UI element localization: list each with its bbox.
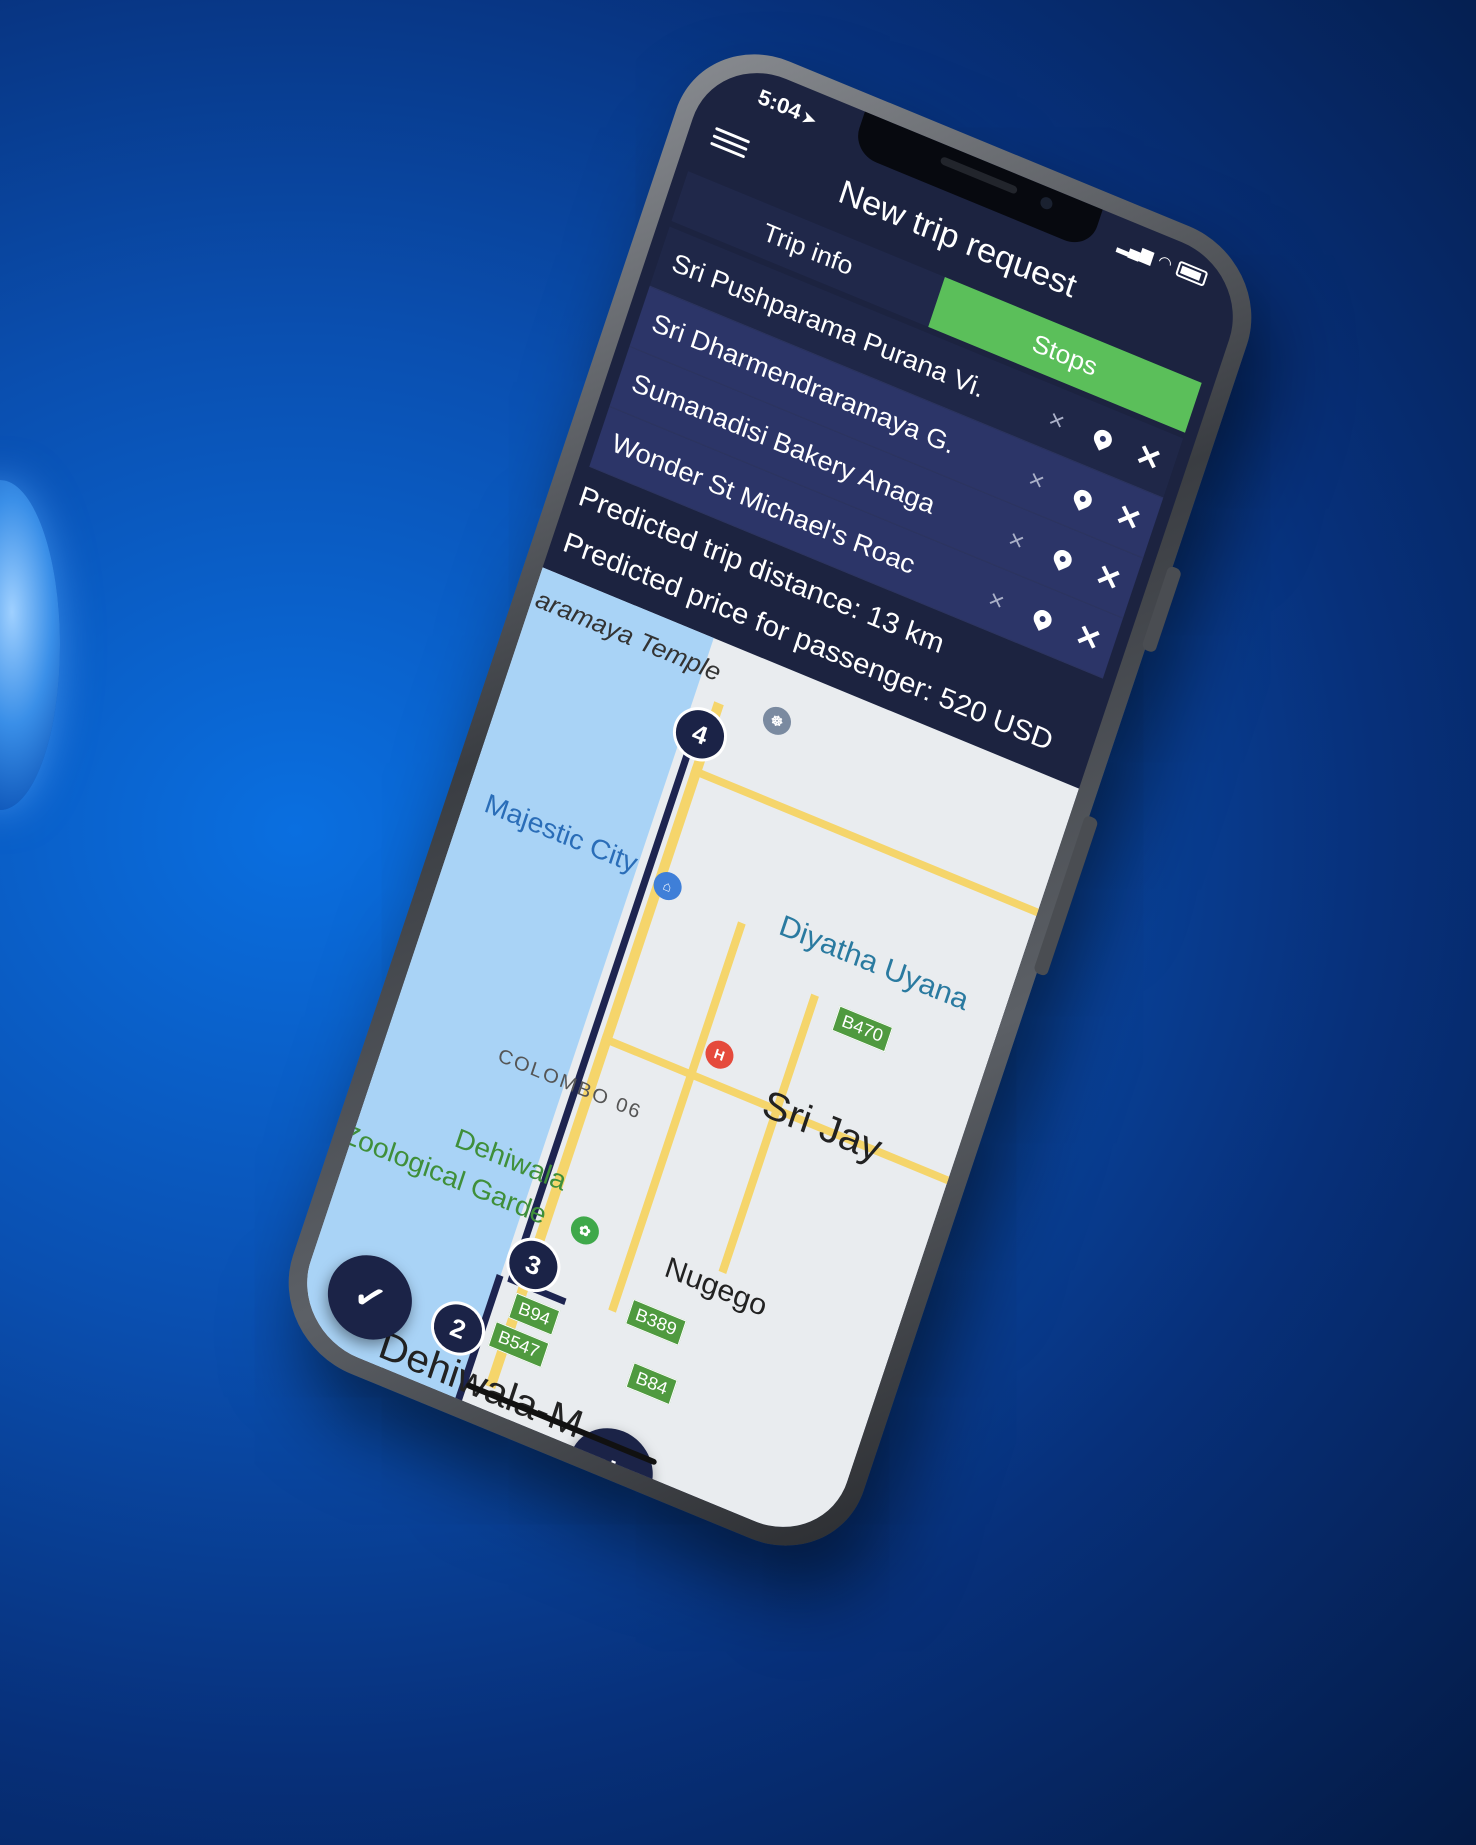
wifi-icon: ◠ [1155, 252, 1175, 274]
remove-stop-button[interactable]: ✕ [1078, 551, 1138, 604]
phone-screen: 5:04➤ ▂▄▆ ◠ New trip request Trip info S… [287, 49, 1253, 1551]
status-time: 5:04➤ [755, 84, 821, 132]
camera-icon [1038, 195, 1054, 212]
battery-icon [1174, 260, 1209, 287]
temple-icon: ☸ [759, 702, 795, 740]
location-arrow-icon: ➤ [800, 109, 819, 130]
road-shield: B470 [831, 1005, 894, 1053]
signal-icon: ▂▄▆ [1115, 236, 1156, 266]
map-pin-icon[interactable] [1079, 422, 1126, 456]
road-shield: B389 [625, 1298, 687, 1346]
map-pin-icon[interactable] [1039, 542, 1086, 576]
map-road [690, 765, 1039, 917]
time-text: 5:04 [754, 84, 805, 125]
phone-mockup: 5:04➤ ▂▄▆ ◠ New trip request Trip info S… [265, 26, 1275, 1574]
map-pin-icon[interactable] [1019, 602, 1066, 636]
map-label-sri-jay: Sri Jay [757, 1082, 888, 1171]
zoo-icon: ✿ [567, 1212, 603, 1249]
remove-stop-button[interactable]: ✕ [1058, 612, 1118, 665]
remove-stop-button[interactable]: ✕ [1118, 431, 1178, 484]
map-label-diyatha-uyana: Diyatha Uyana [775, 909, 973, 1018]
road-shield: B84 [625, 1362, 678, 1406]
map-label-nugego: Nugego [660, 1251, 771, 1323]
stage: 5:04➤ ▂▄▆ ◠ New trip request Trip info S… [0, 0, 1476, 1845]
remove-stop-button[interactable]: ✕ [1098, 491, 1158, 544]
map-pin-icon[interactable] [1059, 482, 1106, 516]
hospital-icon: H [701, 1036, 738, 1074]
